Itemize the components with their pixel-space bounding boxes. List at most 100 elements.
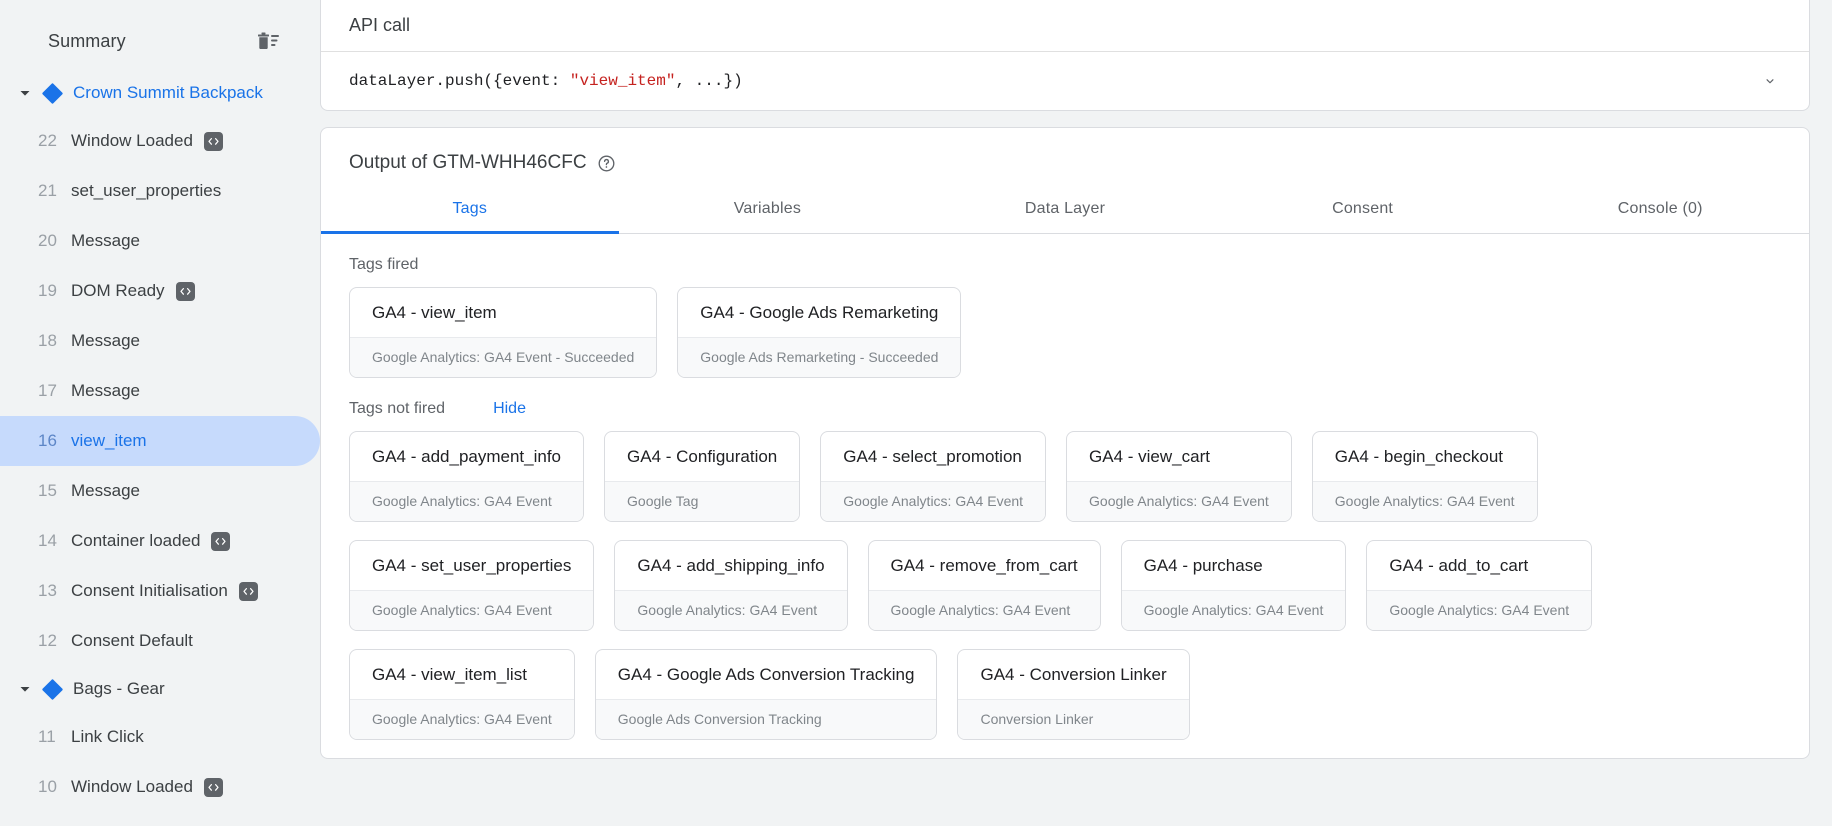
event-index: 12 [38, 631, 68, 651]
sidebar-item-set-user-properties[interactable]: 21set_user_properties [0, 166, 320, 216]
tag-name: GA4 - purchase [1122, 541, 1346, 590]
code-icon [204, 778, 223, 797]
sidebar-item-message[interactable]: 15Message [0, 466, 320, 516]
tag-card[interactable]: GA4 - set_user_propertiesGoogle Analytic… [349, 540, 594, 631]
event-label: Link Click [71, 727, 144, 747]
code-prefix: dataLayer.push({event: [349, 72, 570, 90]
chevron-down-icon[interactable] [1759, 70, 1781, 92]
hide-link[interactable]: Hide [493, 400, 526, 418]
event-index: 17 [38, 381, 68, 401]
event-index: 14 [38, 531, 68, 551]
event-summary-sidebar: Summary Crown Summit Backpack22Window Lo… [0, 0, 320, 826]
event-label: Message [71, 481, 140, 501]
chevron-down-icon[interactable] [14, 82, 36, 104]
sidebar-item-window-loaded[interactable]: 22Window Loaded [0, 116, 320, 166]
api-call-code: dataLayer.push({event: "view_item", ...}… [349, 72, 743, 90]
tab-tags[interactable]: Tags [321, 184, 619, 233]
tag-card[interactable]: GA4 - view_itemGoogle Analytics: GA4 Eve… [349, 287, 657, 378]
sidebar-item-container-loaded[interactable]: 14Container loaded [0, 516, 320, 566]
sidebar-item-consent-default[interactable]: 12Consent Default [0, 616, 320, 666]
tag-name: GA4 - remove_from_cart [869, 541, 1100, 590]
tag-status: Google Analytics: GA4 Event [1122, 590, 1346, 630]
tab-variables[interactable]: Variables [619, 184, 917, 233]
tag-card[interactable]: GA4 - add_shipping_infoGoogle Analytics:… [614, 540, 847, 631]
event-label: Window Loaded [71, 131, 193, 151]
tag-status: Google Analytics: GA4 Event - Succeeded [350, 337, 656, 377]
code-icon [211, 532, 230, 551]
tag-name: GA4 - add_shipping_info [615, 541, 846, 590]
event-index: 19 [38, 281, 68, 301]
sidebar-item-message[interactable]: 20Message [0, 216, 320, 266]
event-index: 22 [38, 131, 68, 151]
sidebar-item-consent-initialisation[interactable]: 13Consent Initialisation [0, 566, 320, 616]
tag-card[interactable]: GA4 - purchaseGoogle Analytics: GA4 Even… [1121, 540, 1347, 631]
api-call-title: API call [321, 0, 1809, 52]
tag-card[interactable]: GA4 - Conversion LinkerConversion Linker [957, 649, 1189, 740]
tag-status: Google Analytics: GA4 Event [869, 590, 1100, 630]
sidebar-item-dom-ready[interactable]: 19DOM Ready [0, 266, 320, 316]
tag-status: Google Analytics: GA4 Event [1313, 481, 1537, 521]
event-label: Container loaded [71, 531, 200, 551]
tag-name: GA4 - view_cart [1067, 432, 1291, 481]
code-suffix: , ...}) [675, 72, 742, 90]
event-index: 15 [38, 481, 68, 501]
tag-name: GA4 - add_to_cart [1367, 541, 1591, 590]
diamond-icon [42, 82, 63, 103]
event-label: Message [71, 331, 140, 351]
tags-fired-list: GA4 - view_itemGoogle Analytics: GA4 Eve… [349, 287, 1781, 378]
sidebar-item-view-item[interactable]: 16view_item [0, 416, 320, 466]
event-label: Window Loaded [71, 777, 193, 797]
output-header: Output of GTM-WHH46CFC [321, 128, 1809, 184]
tags-not-fired-list: GA4 - add_payment_infoGoogle Analytics: … [349, 431, 1781, 740]
tag-card[interactable]: GA4 - ConfigurationGoogle Tag [604, 431, 800, 522]
tags-fired-title: Tags fired [349, 256, 418, 274]
event-index: 18 [38, 331, 68, 351]
api-call-body: dataLayer.push({event: "view_item", ...}… [321, 52, 1809, 110]
tab-data-layer[interactable]: Data Layer [916, 184, 1214, 233]
tag-card[interactable]: GA4 - Google Ads Conversion TrackingGoog… [595, 649, 938, 740]
tag-name: GA4 - view_item_list [350, 650, 574, 699]
sidebar-group-label: Crown Summit Backpack [73, 83, 263, 103]
tag-status: Google Analytics: GA4 Event [350, 481, 583, 521]
sidebar-group-1[interactable]: Crown Summit Backpack [0, 70, 320, 116]
event-label: Message [71, 231, 140, 251]
sidebar-item-message[interactable]: 18Message [0, 316, 320, 366]
tag-status: Google Ads Conversion Tracking [596, 699, 937, 739]
tag-status: Google Analytics: GA4 Event [615, 590, 846, 630]
tag-card[interactable]: GA4 - Google Ads RemarketingGoogle Ads R… [677, 287, 961, 378]
tag-status: Google Analytics: GA4 Event [1067, 481, 1291, 521]
sidebar-event-list: Crown Summit Backpack22Window Loaded21se… [0, 70, 320, 812]
tag-card[interactable]: GA4 - begin_checkoutGoogle Analytics: GA… [1312, 431, 1538, 522]
output-tabs: TagsVariablesData LayerConsentConsole (0… [321, 184, 1809, 234]
sidebar-item-window-loaded[interactable]: 10Window Loaded [0, 762, 320, 812]
tag-card[interactable]: GA4 - view_cartGoogle Analytics: GA4 Eve… [1066, 431, 1292, 522]
sidebar-group-label: Bags - Gear [73, 679, 165, 699]
tag-name: GA4 - select_promotion [821, 432, 1045, 481]
code-icon [176, 282, 195, 301]
trash-icon[interactable] [256, 30, 280, 52]
tag-status: Google Analytics: GA4 Event [350, 590, 593, 630]
tag-status: Google Analytics: GA4 Event [821, 481, 1045, 521]
tab-console-0[interactable]: Console (0) [1511, 184, 1809, 233]
tab-consent[interactable]: Consent [1214, 184, 1512, 233]
api-call-card: API call dataLayer.push({event: "view_it… [320, 0, 1810, 111]
sidebar-item-message[interactable]: 17Message [0, 366, 320, 416]
code-string-literal: "view_item" [570, 72, 676, 90]
event-label: set_user_properties [71, 181, 221, 201]
tag-card[interactable]: GA4 - select_promotionGoogle Analytics: … [820, 431, 1046, 522]
chevron-down-icon[interactable] [14, 678, 36, 700]
tag-card[interactable]: GA4 - add_payment_infoGoogle Analytics: … [349, 431, 584, 522]
sidebar-item-link-click[interactable]: 11Link Click [0, 712, 320, 762]
tag-name: GA4 - Configuration [605, 432, 799, 481]
tags-not-fired-title: Tags not fired [349, 400, 445, 418]
tag-card[interactable]: GA4 - remove_from_cartGoogle Analytics: … [868, 540, 1101, 631]
tag-name: GA4 - Conversion Linker [958, 650, 1188, 699]
page-title: Summary [48, 31, 126, 52]
event-label: view_item [71, 431, 147, 451]
tag-card[interactable]: GA4 - add_to_cartGoogle Analytics: GA4 E… [1366, 540, 1592, 631]
sidebar-group-2[interactable]: Bags - Gear [0, 666, 320, 712]
tag-card[interactable]: GA4 - view_item_listGoogle Analytics: GA… [349, 649, 575, 740]
tags-not-fired-row-3: GA4 - view_item_listGoogle Analytics: GA… [349, 649, 1781, 740]
event-index: 10 [38, 777, 68, 797]
help-circle-icon[interactable] [587, 154, 616, 173]
